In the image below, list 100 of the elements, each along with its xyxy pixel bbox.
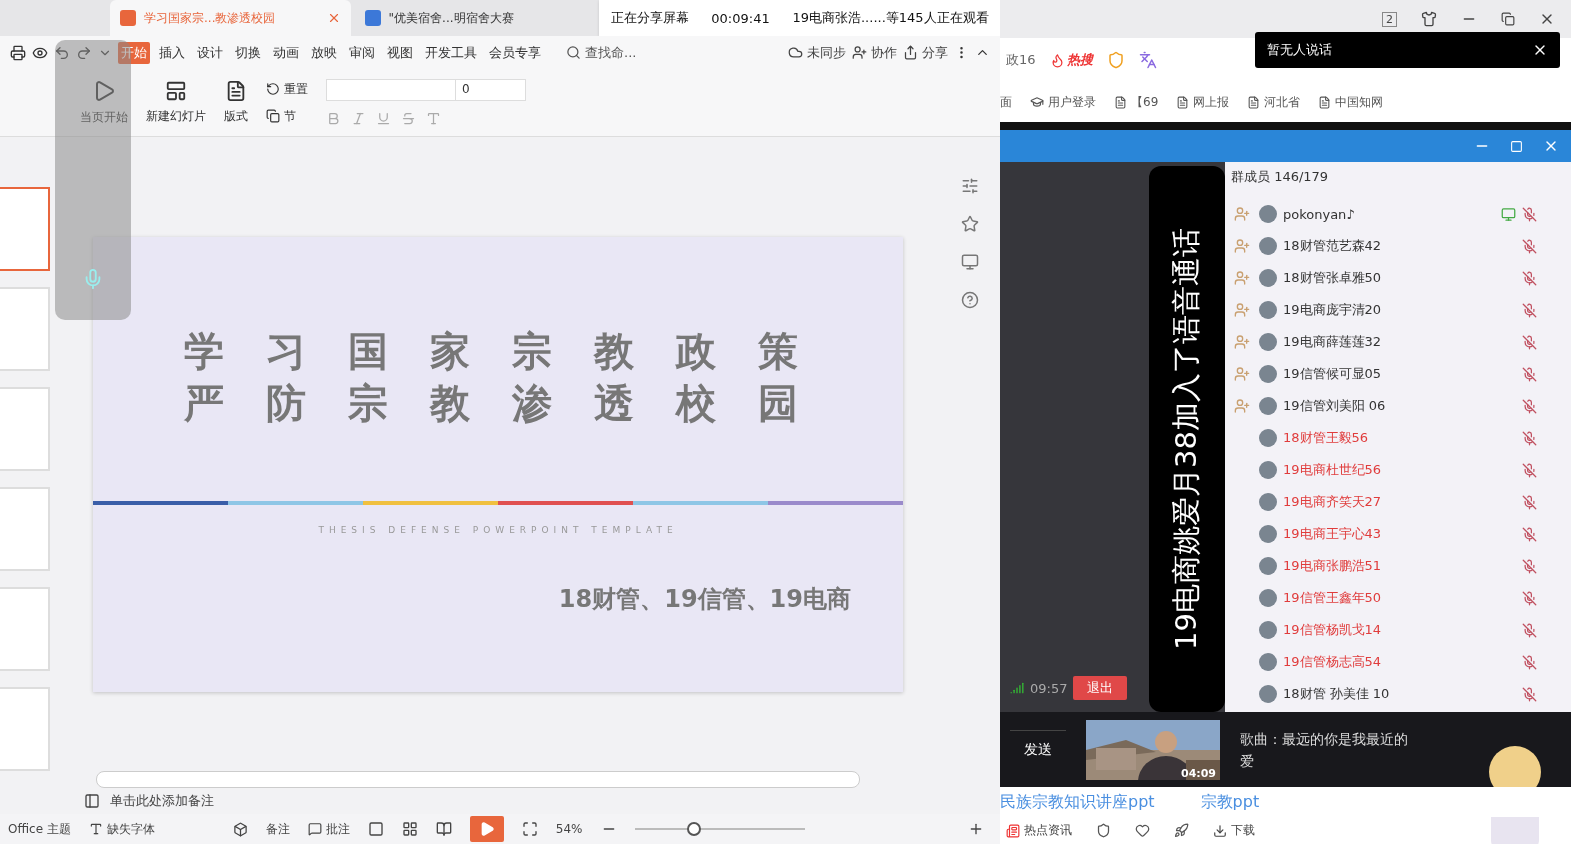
shield-icon[interactable] bbox=[1096, 823, 1111, 838]
search-field[interactable]: 查找命... bbox=[566, 43, 637, 62]
print-icon[interactable] bbox=[10, 44, 26, 61]
ribbon-tab[interactable]: 切换 bbox=[232, 41, 264, 64]
translate-icon[interactable] bbox=[1138, 51, 1157, 69]
restore-icon[interactable] bbox=[1501, 12, 1515, 26]
reset-button[interactable]: 重置 bbox=[266, 80, 308, 98]
muted-mic-icon[interactable] bbox=[1522, 558, 1537, 574]
monitor-icon[interactable] bbox=[961, 253, 979, 272]
italic-icon[interactable] bbox=[351, 111, 366, 127]
undo-icon[interactable] bbox=[54, 44, 70, 61]
ribbon-tab[interactable]: 动画 bbox=[270, 41, 302, 64]
muted-mic-icon[interactable] bbox=[1522, 206, 1537, 222]
muted-mic-icon[interactable] bbox=[1522, 462, 1537, 478]
ribbon-tab[interactable]: 会员专享 bbox=[486, 41, 544, 64]
bold-icon[interactable] bbox=[326, 111, 341, 127]
muted-mic-icon[interactable] bbox=[1522, 366, 1537, 382]
download-button[interactable]: 下载 bbox=[1213, 822, 1255, 839]
bookmark[interactable]: 中国知网 bbox=[1318, 93, 1384, 111]
fit-icon[interactable] bbox=[521, 821, 538, 838]
avatar bbox=[1259, 525, 1277, 543]
redo-icon[interactable] bbox=[76, 44, 92, 61]
muted-mic-icon[interactable] bbox=[1522, 302, 1537, 318]
toolbar-action[interactable]: 分享 bbox=[903, 43, 948, 62]
member-name[interactable]: 19电商杜世纪56 bbox=[1283, 461, 1516, 479]
grid-view-icon[interactable] bbox=[401, 821, 418, 838]
member-name[interactable]: 19信管杨凯戈14 bbox=[1283, 621, 1516, 639]
bookmark[interactable]: 用户登录 bbox=[1030, 93, 1096, 111]
ribbon-tab[interactable]: 视图 bbox=[384, 41, 416, 64]
avatar bbox=[1259, 205, 1277, 223]
document-tab[interactable]: "优美宿舍...明宿舍大赛 bbox=[354, 0, 596, 37]
exit-button[interactable]: 退出 bbox=[1073, 676, 1128, 700]
normal-view-icon[interactable] bbox=[367, 821, 384, 838]
news-button[interactable]: 热点资讯 bbox=[1006, 822, 1072, 839]
ribbon-tab[interactable]: 开发工具 bbox=[422, 41, 480, 64]
member-name[interactable]: 19信管刘美阳 06 bbox=[1283, 397, 1516, 415]
bookmark[interactable]: 面 bbox=[1000, 93, 1012, 111]
missing-font-button[interactable]: 缺失字体 bbox=[88, 820, 155, 838]
member-name[interactable]: 18财管范艺森42 bbox=[1283, 237, 1516, 255]
muted-mic-icon[interactable] bbox=[1522, 526, 1537, 542]
heart-icon[interactable] bbox=[1135, 823, 1150, 838]
muted-mic-icon[interactable] bbox=[1522, 334, 1537, 350]
notes-placeholder[interactable]: 单击此处添加备注 bbox=[110, 792, 214, 811]
hot-search-link[interactable]: 热搜 bbox=[1049, 51, 1093, 69]
star-icon[interactable] bbox=[961, 215, 979, 234]
zoom-level[interactable]: 54% bbox=[555, 822, 583, 837]
muted-mic-icon[interactable] bbox=[1522, 270, 1537, 286]
reading-view-icon[interactable] bbox=[435, 821, 452, 838]
muted-mic-icon[interactable] bbox=[1522, 238, 1537, 254]
avatar bbox=[1259, 429, 1277, 447]
muted-mic-icon[interactable] bbox=[1522, 590, 1537, 606]
member-name[interactable]: 18财管王毅56 bbox=[1283, 429, 1516, 447]
scrollbar[interactable] bbox=[96, 771, 860, 788]
muted-mic-icon[interactable] bbox=[1522, 622, 1537, 638]
comments-button[interactable]: 批注 bbox=[307, 820, 350, 838]
strikethrough-icon[interactable] bbox=[401, 111, 416, 127]
member-name[interactable]: 19电商张鹏浩51 bbox=[1283, 557, 1516, 575]
shirt-icon[interactable] bbox=[1421, 11, 1437, 27]
layout-button[interactable]: 版式 bbox=[224, 80, 248, 126]
muted-mic-icon[interactable] bbox=[1522, 398, 1537, 414]
font-field[interactable]: 0 bbox=[326, 79, 526, 102]
muted-mic-icon[interactable] bbox=[1522, 654, 1537, 670]
muted-mic-icon[interactable] bbox=[1522, 686, 1537, 702]
toolbar-action[interactable]: 未同步 bbox=[788, 43, 846, 62]
zoom-thumb[interactable] bbox=[687, 822, 701, 837]
member-name[interactable]: 19信管杨志高54 bbox=[1283, 653, 1516, 671]
font-color-icon[interactable] bbox=[426, 111, 441, 127]
muted-mic-icon[interactable] bbox=[1522, 430, 1537, 446]
help-icon[interactable] bbox=[961, 291, 979, 310]
toolbar-action[interactable]: 协作 bbox=[852, 43, 897, 62]
slide-thumbnail[interactable] bbox=[0, 187, 50, 272]
send-button[interactable]: 发送 bbox=[1010, 730, 1066, 769]
sliders-icon[interactable] bbox=[961, 177, 979, 196]
underline-icon[interactable] bbox=[376, 111, 391, 127]
avatar bbox=[1259, 589, 1277, 607]
ribbon-tab[interactable]: 审阅 bbox=[346, 41, 378, 64]
member-name[interactable]: 19信管王鑫年50 bbox=[1283, 589, 1516, 607]
font-size-field[interactable]: 0 bbox=[455, 80, 525, 101]
new-slide-button[interactable]: 新建幻灯片 bbox=[146, 80, 206, 126]
rocket-icon[interactable] bbox=[1174, 823, 1189, 838]
section-button[interactable]: 节 bbox=[266, 107, 308, 125]
member-name[interactable]: pokonyan♪ bbox=[1283, 206, 1495, 222]
member-name[interactable]: 18财管张卓雅50 bbox=[1283, 269, 1516, 287]
member-name[interactable]: 19电商齐笑天27 bbox=[1283, 493, 1516, 511]
muted-mic-icon[interactable] bbox=[1522, 494, 1537, 510]
bookmark[interactable]: 网上报 bbox=[1176, 93, 1230, 111]
ribbon-tab[interactable]: 插入 bbox=[156, 41, 188, 64]
slideshow-button[interactable] bbox=[469, 816, 504, 843]
bookmark[interactable]: 河北省 bbox=[1247, 93, 1301, 111]
cube-icon[interactable] bbox=[232, 821, 248, 837]
bookmark[interactable]: 【69 bbox=[1114, 93, 1159, 111]
ribbon-tab[interactable]: 放映 bbox=[308, 41, 340, 64]
member-name[interactable]: 19电商庞宇清20 bbox=[1283, 301, 1516, 319]
member-name[interactable]: 18财管 孙美佳 10 bbox=[1283, 685, 1516, 703]
member-name[interactable]: 19电商薛莲莲32 bbox=[1283, 333, 1516, 351]
ribbon-tab[interactable]: 设计 bbox=[194, 41, 226, 64]
notes-button[interactable]: 备注 bbox=[265, 820, 290, 838]
member-name[interactable]: 19电商王宇心43 bbox=[1283, 525, 1516, 543]
maximize-icon[interactable] bbox=[1510, 139, 1523, 153]
member-name[interactable]: 19信管候可显05 bbox=[1283, 365, 1516, 383]
